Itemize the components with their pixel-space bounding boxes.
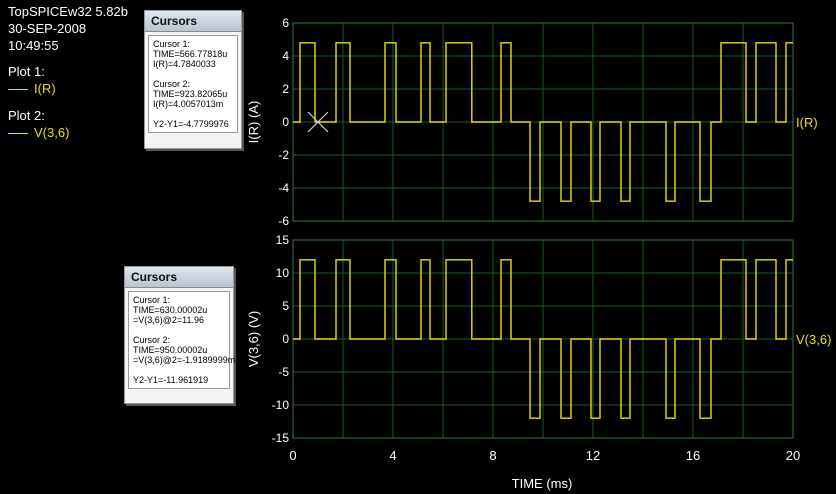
cursor-2-label: Cursor 2: [153,79,191,89]
cursor-2-value: I(R)=4.0057013m [153,99,224,109]
waveform-plots: 6420-2-4-6I(R) (A) I(R) 151050-5-10-150 4 8… [246,16,831,491]
x-axis-title: TIME (ms) [512,476,573,491]
cursor-1-label: Cursor 1: [133,295,171,305]
cursor-1-value: I(R)=4.7840033 [153,59,216,69]
cursors-readout: Cursor 1: TIME=566.77818u I(R)=4.7840033… [148,35,238,133]
plot-1-current: 6 4 2 0 -2 -4 -6 I(R) (A) I(R) [246,16,818,228]
y-tick-label: -5 [278,365,289,379]
cursors-readout: Cursor 1: TIME=630.00002u =V(3,6)@2=11.9… [128,291,236,389]
cursors-window-title[interactable]: Cursors [145,11,241,32]
y-tick-label: -2 [278,148,289,162]
x-tick-label: 20 [786,448,800,463]
cursors-window-2[interactable]: Cursors Cursor 1: TIME=630.00002u =V(3,6… [124,266,236,404]
x-tick-label: 8 [489,448,496,463]
y-tick-label: 15 [276,233,290,247]
cursors-window-1[interactable]: Cursors Cursor 1: TIME=566.77818u I(R)=4… [144,10,242,149]
trace-label: I(R) [796,115,818,130]
x-tick-label: 4 [389,448,396,463]
cursor-1-time: TIME=566.77818u [153,49,228,59]
cursor-2-label: Cursor 2: [133,335,171,345]
y-tick-label: 6 [282,16,289,30]
x-tick-label: 12 [586,448,600,463]
cursor-1-time: TIME=630.00002u [133,305,208,315]
cursor-1-label: Cursor 1: [153,39,191,49]
y-tick-label: 4 [282,49,289,63]
y-tick-label: 0 [282,332,289,346]
trace-label: V(3,6) [796,332,831,347]
y-tick-label: 0 [282,115,289,129]
y-tick-label: -10 [272,398,290,412]
x-tick-label: 0 [289,448,296,463]
cursors-window-title[interactable]: Cursors [125,267,233,288]
y-axis-title: I(R) (A) [246,101,261,144]
y-tick-label: -15 [272,431,290,445]
y-tick-label: 5 [282,299,289,313]
cursor-difference: Y2-Y1=-11.961919 [133,375,209,385]
cursor-2-time: TIME=923.82065u [153,89,228,99]
cursor-difference: Y2-Y1=-4.7799976 [153,119,229,129]
y-tick-label: 10 [276,266,290,280]
y-tick-label: -4 [278,181,289,195]
cursor-1-value: =V(3,6)@2=11.96 [133,315,205,325]
y-tick-label: 2 [282,82,289,96]
cursor-2-time: TIME=950.00002u [133,345,208,355]
cursor-2-value: =V(3,6)@2=-1.9189999m [133,355,236,365]
y-axis-title: V(3,6) (V) [246,311,261,367]
plot-2-voltage: 15 10 5 0 -5 -10 -15 0 4 8 12 16 20 V(3,6) (V) V(3,6) [246,233,831,463]
y-tick-label: -6 [278,214,289,228]
x-tick-label: 16 [686,448,700,463]
